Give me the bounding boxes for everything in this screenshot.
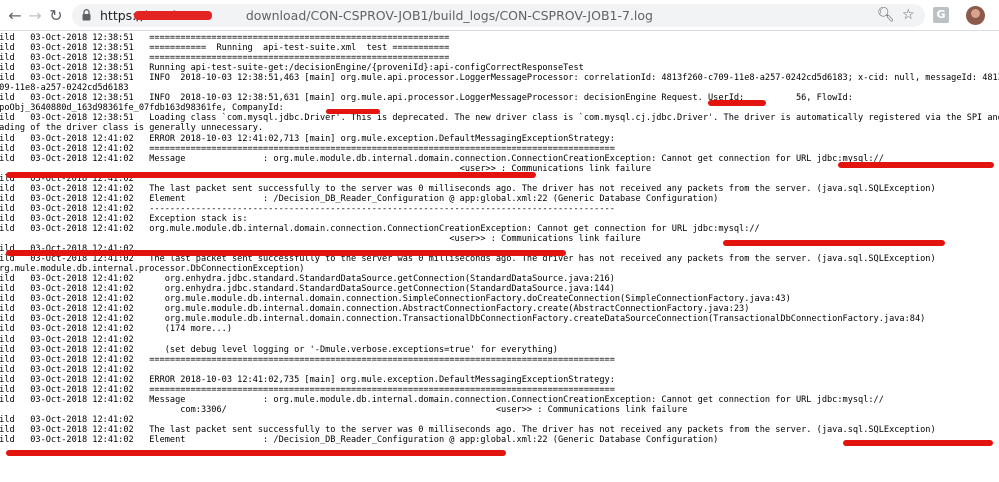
log-line: uild 03-Oct-2018 12:41:02 The last packe… <box>0 183 936 194</box>
back-arrow-icon[interactable]: ← <box>6 7 24 25</box>
log-line: uild 03-Oct-2018 12:38:51 INFO 2018-10-0… <box>0 73 999 84</box>
log-line: <user>> : Communications link failure <box>0 234 641 244</box>
build-log-content: uild 03-Oct-2018 12:38:51 ==============… <box>0 31 999 482</box>
reload-icon[interactable]: ↻ <box>47 7 65 25</box>
log-line: org.mule.module.db.internal.processor.Db… <box>0 264 305 275</box>
log-line: uild 03-Oct-2018 12:41:02 Exception stac… <box>0 213 248 224</box>
lock-icon <box>82 9 91 21</box>
log-line: uild 03-Oct-2018 12:41:02 ERROR 2018-10-… <box>0 374 615 385</box>
redaction-mark <box>326 109 380 114</box>
url-path: download/CON-CSPROV-JOB1/build_logs/CON-… <box>245 8 653 23</box>
profile-avatar[interactable] <box>966 6 985 25</box>
log-line: uild 03-Oct-2018 12:41:02 ERROR 2018-10-… <box>0 133 615 144</box>
log-line: uild 03-Oct-2018 12:41:02 ==============… <box>0 384 615 395</box>
log-line: com:3306/ <user>> : Communications link … <box>0 404 688 415</box>
log-line: uild 03-Oct-2018 12:41:02 (174 more...) <box>0 324 232 335</box>
log-line: uild 03-Oct-2018 12:41:02 org.enhydra.jd… <box>0 274 615 285</box>
bookmark-star-icon[interactable]: ☆ <box>902 7 915 24</box>
address-bar[interactable]: https://bamboodownload/CON-CSPROV-JOB1/b… <box>72 4 925 27</box>
forward-arrow-icon[interactable]: → <box>26 7 44 25</box>
zoom-icon[interactable]: 🔍︎ <box>877 7 895 24</box>
log-line: uild 03-Oct-2018 12:41:02 <box>0 334 134 345</box>
log-line: uild 03-Oct-2018 12:41:02 ==============… <box>0 354 615 365</box>
log-line: uild 03-Oct-2018 12:41:02 <box>0 414 134 425</box>
redaction-mark <box>838 162 994 168</box>
redaction-mark <box>6 450 506 456</box>
log-line: uild 03-Oct-2018 12:41:02 org.mule.modul… <box>0 314 926 325</box>
log-line: uild 03-Oct-2018 12:41:02 Message : org.… <box>0 153 884 164</box>
log-line: uild 03-Oct-2018 12:38:51 Loading class … <box>0 113 999 124</box>
browser-toolbar: ← → ↻ https://bamboodownload/CON-CSPROV-… <box>0 0 999 31</box>
redaction-mark <box>6 250 566 256</box>
log-line: uild 03-Oct-2018 12:41:02 (set debug lev… <box>0 344 558 355</box>
log-line: oading of the driver class is generally … <box>0 123 264 134</box>
log-line: rpoObj_3640880d_163d98361fe_07fdb163d983… <box>0 103 284 114</box>
redaction-mark <box>843 440 993 446</box>
log-line: uild 03-Oct-2018 12:38:51 Running api-te… <box>0 63 584 74</box>
log-line: uild 03-Oct-2018 12:38:51 ==============… <box>0 33 450 43</box>
log-line: uild 03-Oct-2018 12:41:02 Element : /Dec… <box>0 435 719 445</box>
log-line: uild 03-Oct-2018 12:41:02 org.enhydra.jd… <box>0 284 615 295</box>
log-line: uild 03-Oct-2018 12:41:02 The last packe… <box>0 424 936 435</box>
log-line: uild 03-Oct-2018 12:41:02 --------------… <box>0 203 615 214</box>
redaction-mark <box>708 100 766 106</box>
redaction-mark <box>723 240 945 246</box>
log-line: uild 03-Oct-2018 12:41:02 Element : /Dec… <box>0 193 719 204</box>
log-line: uild 03-Oct-2018 12:38:51 ==============… <box>0 53 450 64</box>
log-line: uild 03-Oct-2018 12:38:51 =========== Ru… <box>0 43 450 54</box>
extension-icon[interactable]: G <box>933 7 949 23</box>
redaction-mark <box>6 172 536 178</box>
log-line: 709-11e8-a257-0242cd5d6183 <box>0 83 129 94</box>
log-line: uild 03-Oct-2018 12:41:02 <box>0 364 134 375</box>
url-redaction-mark <box>134 11 212 20</box>
log-line: uild 03-Oct-2018 12:41:02 org.mule.modul… <box>0 294 791 305</box>
log-line: uild 03-Oct-2018 12:41:02 org.mule.modul… <box>0 304 750 315</box>
log-line: uild 03-Oct-2018 12:41:02 org.mule.modul… <box>0 223 760 234</box>
log-line: uild 03-Oct-2018 12:41:02 Message : org.… <box>0 394 884 405</box>
log-line: uild 03-Oct-2018 12:41:02 ==============… <box>0 143 615 154</box>
